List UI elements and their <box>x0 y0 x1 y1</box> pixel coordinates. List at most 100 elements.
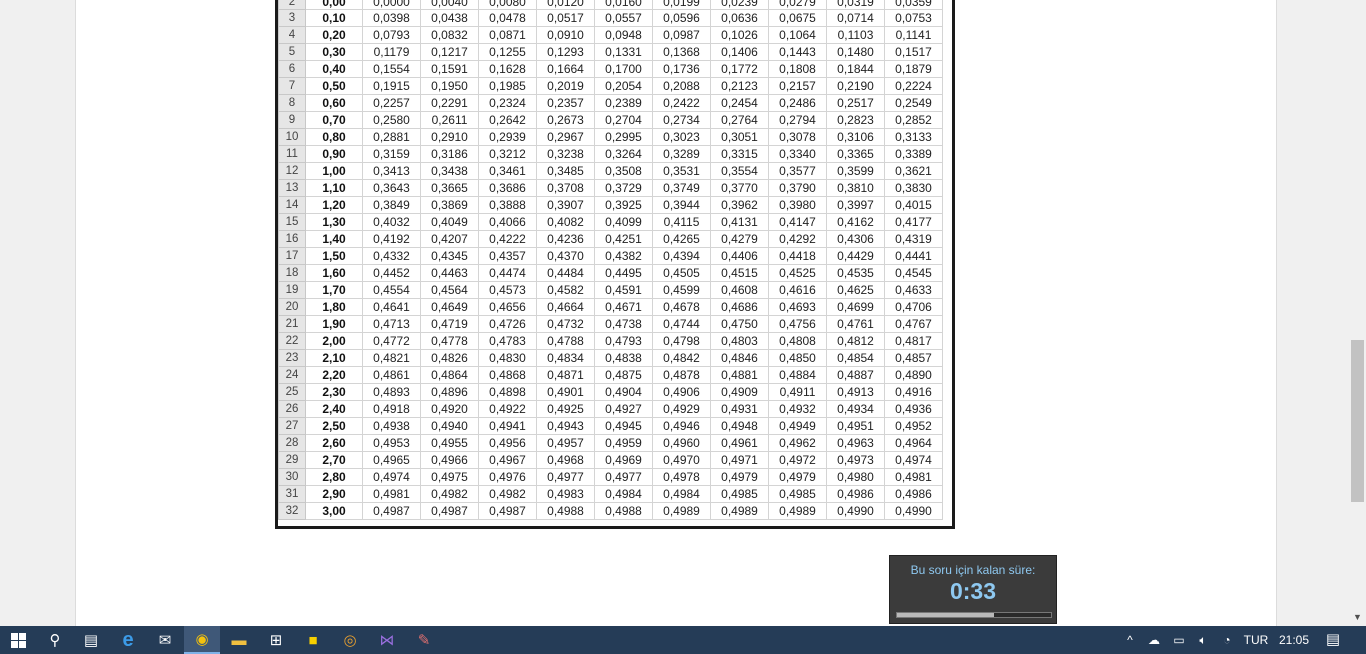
row-number: 25 <box>278 383 306 401</box>
z-table-image: 2 0,00 0,0000 0,0040 0,0080 0,0120 0,0160 0,019… <box>275 0 955 529</box>
z-value-cell: 2,80 <box>305 468 363 486</box>
z-table-body: 2 0,00 0,0000 0,0040 0,0080 0,0120 0,0160 0,019… <box>278 0 943 520</box>
sticky-notes-icon[interactable]: ■ <box>295 626 331 654</box>
z-value-cell: 1,40 <box>305 230 363 248</box>
probability-cell: 0,3729 <box>594 179 653 197</box>
row-number: 26 <box>278 400 306 418</box>
file-explorer-icon[interactable]: ▬ <box>221 626 257 654</box>
probability-cell: 0,4965 <box>362 451 421 469</box>
probability-cell: 0,0478 <box>478 9 537 27</box>
probability-cell: 0,2486 <box>768 94 827 112</box>
probability-cell: 0,4959 <box>594 434 653 452</box>
probability-cell: 0,0517 <box>536 9 595 27</box>
probability-cell: 0,4793 <box>594 332 653 350</box>
row-number: 12 <box>278 162 306 180</box>
probability-cell: 0,2019 <box>536 77 595 95</box>
probability-cell: 0,4988 <box>536 502 595 520</box>
probability-cell: 0,0000 <box>362 0 421 10</box>
table-row: 10 0,80 0,2881 0,2910 0,2939 0,2967 0,2995 0,30… <box>278 128 943 146</box>
probability-cell: 0,3997 <box>826 196 885 214</box>
chrome-canary-icon[interactable]: ◎ <box>332 626 368 654</box>
z-value-cell: 0,50 <box>305 77 363 95</box>
probability-cell: 0,4861 <box>362 366 421 384</box>
probability-cell: 0,4922 <box>478 400 537 418</box>
chrome-icon[interactable]: ◉ <box>184 626 220 654</box>
z-value-cell: 0,80 <box>305 128 363 146</box>
probability-cell: 0,4535 <box>826 264 885 282</box>
z-value-cell: 2,10 <box>305 349 363 367</box>
probability-cell: 0,4131 <box>710 213 769 231</box>
probability-cell: 0,4960 <box>652 434 711 452</box>
probability-cell: 0,1808 <box>768 60 827 78</box>
probability-cell: 0,1026 <box>710 26 769 44</box>
table-row: 4 0,20 0,0793 0,0832 0,0871 0,0910 0,0948 0,098… <box>278 26 943 44</box>
mail-icon[interactable]: ✉ <box>147 626 183 654</box>
task-view-icon[interactable]: ▤ <box>73 626 109 654</box>
row-number: 22 <box>278 332 306 350</box>
windows-start-icon[interactable] <box>0 626 36 654</box>
probability-cell: 0,4515 <box>710 264 769 282</box>
input-language[interactable]: TUR <box>1240 626 1272 654</box>
probability-cell: 0,1517 <box>884 43 943 61</box>
probability-cell: 0,4884 <box>768 366 827 384</box>
store-icon[interactable]: ⊞ <box>258 626 294 654</box>
z-value-cell: 2,70 <box>305 451 363 469</box>
probability-cell: 0,4608 <box>710 281 769 299</box>
visual-studio-icon[interactable]: ⋈ <box>369 626 405 654</box>
probability-cell: 0,4656 <box>478 298 537 316</box>
probability-cell: 0,4803 <box>710 332 769 350</box>
probability-cell: 0,3531 <box>652 162 711 180</box>
table-row: 6 0,40 0,1554 0,1591 0,1628 0,1664 0,1700 0,173… <box>278 60 943 78</box>
onedrive-icon[interactable]: ☁ <box>1143 626 1165 654</box>
row-number: 29 <box>278 451 306 469</box>
edge-browser-icon[interactable]: e <box>110 626 146 654</box>
probability-cell: 0,4582 <box>536 281 595 299</box>
scroll-thumb[interactable] <box>1351 340 1364 502</box>
z-value-cell: 1,00 <box>305 162 363 180</box>
scroll-down-arrow-icon[interactable]: ▼ <box>1349 609 1366 626</box>
probability-cell: 0,2157 <box>768 77 827 95</box>
action-center-icon[interactable]: ▤ <box>1320 626 1346 654</box>
probability-cell: 0,4222 <box>478 230 537 248</box>
z-value-cell: 0,20 <box>305 26 363 44</box>
probability-cell: 0,2910 <box>420 128 479 146</box>
probability-cell: 0,2823 <box>826 111 885 129</box>
probability-cell: 0,4968 <box>536 451 595 469</box>
clock-time[interactable]: 21:05 <box>1275 626 1313 654</box>
probability-cell: 0,4750 <box>710 315 769 333</box>
table-row: 16 1,40 0,4192 0,4207 0,4222 0,4236 0,4251 0,42… <box>278 230 943 248</box>
paint-icon[interactable]: ✎ <box>406 626 442 654</box>
volume-icon[interactable]: 🔈︎ <box>1192 626 1214 654</box>
table-row: 31 2,90 0,4981 0,4982 0,4982 0,4983 0,4984 0,49… <box>278 485 943 503</box>
probability-cell: 0,2764 <box>710 111 769 129</box>
probability-cell: 0,3051 <box>710 128 769 146</box>
z-value-cell: 1,20 <box>305 196 363 214</box>
row-number: 3 <box>278 9 306 27</box>
probability-cell: 0,4767 <box>884 315 943 333</box>
table-row: 18 1,60 0,4452 0,4463 0,4474 0,4484 0,4495 0,45… <box>278 264 943 282</box>
search-icon[interactable]: ⚲ <box>37 626 73 654</box>
probability-cell: 0,4830 <box>478 349 537 367</box>
probability-cell: 0,4505 <box>652 264 711 282</box>
probability-cell: 0,3389 <box>884 145 943 163</box>
row-number: 24 <box>278 366 306 384</box>
probability-cell: 0,4049 <box>420 213 479 231</box>
battery-icon[interactable]: ▭ <box>1168 626 1190 654</box>
probability-cell: 0,3849 <box>362 196 421 214</box>
probability-cell: 0,4573 <box>478 281 537 299</box>
probability-cell: 0,3907 <box>536 196 595 214</box>
z-value-cell: 1,50 <box>305 247 363 265</box>
wifi-icon[interactable]: ◔ <box>1216 626 1238 654</box>
probability-cell: 0,2939 <box>478 128 537 146</box>
probability-cell: 0,2324 <box>478 94 537 112</box>
row-number: 4 <box>278 26 306 44</box>
show-hidden-icons-chevron-icon[interactable]: ^ <box>1120 626 1140 654</box>
probability-cell: 0,3264 <box>594 145 653 163</box>
probability-cell: 0,4616 <box>768 281 827 299</box>
probability-cell: 0,4871 <box>536 366 595 384</box>
probability-cell: 0,4911 <box>768 383 827 401</box>
table-row: 20 1,80 0,4641 0,4649 0,4656 0,4664 0,4671 0,46… <box>278 298 943 316</box>
vertical-scrollbar[interactable]: ▼ <box>1349 0 1366 626</box>
probability-cell: 0,4192 <box>362 230 421 248</box>
probability-cell: 0,4370 <box>536 247 595 265</box>
